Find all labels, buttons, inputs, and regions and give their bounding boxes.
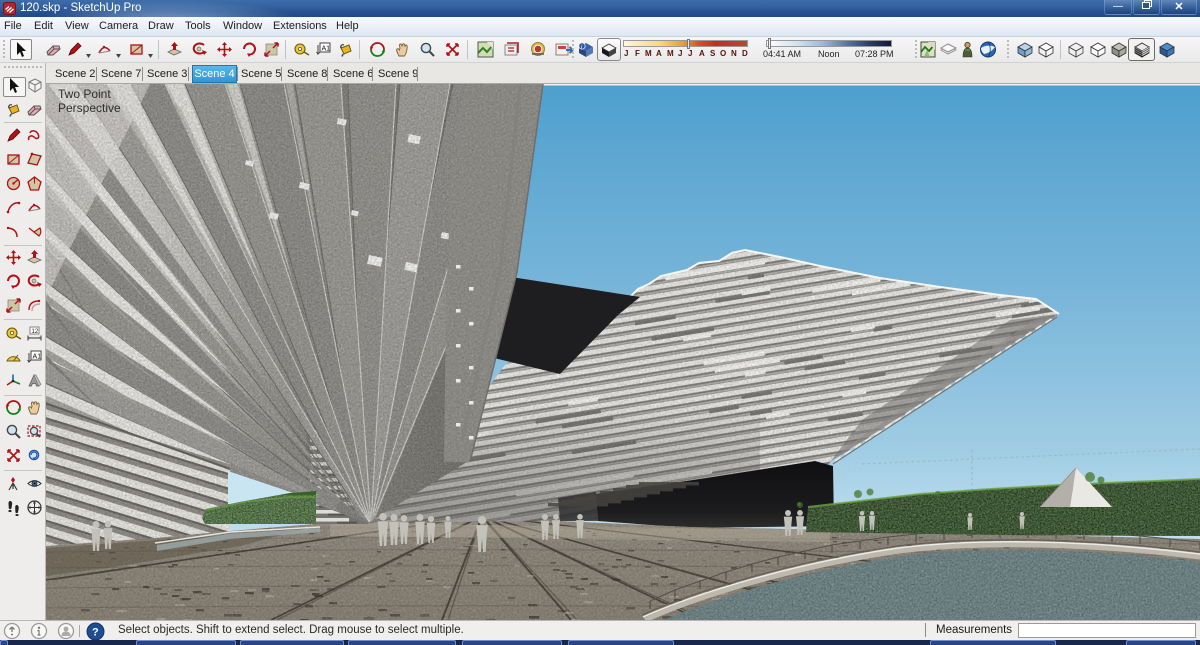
svg-text:12: 12 bbox=[32, 329, 39, 335]
svg-text:Perspective: Perspective bbox=[58, 101, 121, 115]
svg-text:i: i bbox=[581, 43, 583, 50]
svg-text:A1: A1 bbox=[322, 46, 331, 53]
svg-text:?: ? bbox=[92, 627, 99, 639]
svg-text:Two Point: Two Point bbox=[58, 87, 111, 101]
svg-text:A1: A1 bbox=[33, 354, 42, 361]
